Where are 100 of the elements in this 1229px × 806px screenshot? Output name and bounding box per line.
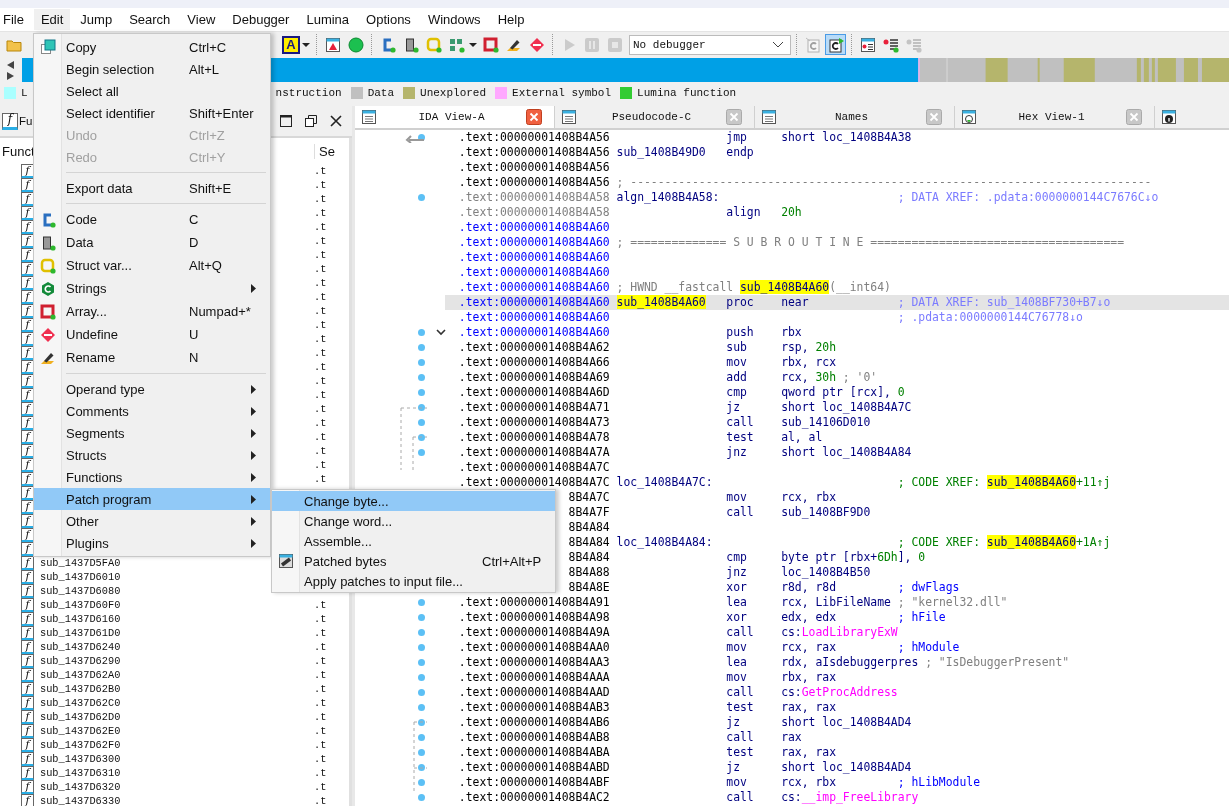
function-name[interactable]: sub_1437D6320 (40, 781, 121, 793)
menu-item[interactable]: Segments (34, 422, 270, 444)
function-name[interactable]: sub_1437D62A0 (40, 669, 121, 681)
column-header[interactable]: Se (314, 143, 349, 159)
function-name[interactable]: sub_1437D6160 (40, 613, 121, 625)
operand-text: cs:GetProcAddress (781, 685, 898, 699)
address-text: 8B4A88 (568, 565, 610, 579)
menu-bar-item[interactable]: Options (359, 9, 418, 30)
menu-item[interactable]: Assemble... (272, 531, 555, 551)
segment-cell-text: .t (314, 333, 328, 345)
menu-item[interactable]: Change byte... (272, 491, 555, 511)
address-text: .text:00000001408B4AB3 (458, 700, 610, 714)
function-name[interactable]: sub_1437D6310 (40, 767, 121, 779)
address-text: .text:00000001408B4A60 (458, 235, 610, 249)
function-name[interactable]: sub_1437D62C0 (40, 697, 121, 709)
function-name[interactable]: sub_1437D5FA0 (40, 557, 121, 569)
function-name[interactable]: sub_1437D6080 (40, 585, 121, 597)
column-header[interactable]: Funct (2, 143, 35, 159)
address-text: .text:00000001408B4A56 (458, 160, 610, 174)
operand-text: rdx, aIsdebuggerpres ; "IsDebuggerPresent" (781, 655, 1070, 669)
menu-item[interactable]: Apply patches to input file... (272, 571, 555, 591)
menu-bar-item[interactable]: View (180, 9, 223, 30)
address-text: .text:00000001408B4A60 (458, 250, 610, 264)
menu-item[interactable]: Patch program (34, 488, 270, 510)
mnemonic-text: mov (726, 490, 747, 504)
segment-cell-text: .t (314, 403, 328, 415)
function-name[interactable]: sub_1437D6240 (40, 641, 121, 653)
menu-item[interactable]: Other (34, 510, 270, 532)
function-icon[interactable]: f (2, 112, 18, 130)
label-text[interactable]: algn_1408B4A58: (616, 190, 720, 204)
address-text: .text:00000001408B4AAD (458, 685, 610, 699)
panel-tab[interactable]: Fu (19, 115, 33, 127)
menu-item[interactable]: Operand type (34, 378, 270, 400)
mnemonic-text: sub (726, 340, 747, 354)
menu-item[interactable]: Struct var... Alt+Q (34, 254, 270, 277)
mnemonic-text: lea (726, 595, 747, 609)
menu-item[interactable]: Change word... (272, 511, 555, 531)
shortcut-text: Alt+L (189, 61, 219, 77)
menu-bar-item[interactable]: Windows (420, 9, 488, 30)
segment-cell-text: .t (314, 683, 328, 695)
menu-item[interactable]: Code C (34, 208, 270, 231)
function-name[interactable]: sub_1437D6010 (40, 571, 121, 583)
comment-text: ; hFile (897, 610, 946, 625)
operand-text: r8d, r8d (781, 580, 836, 594)
function-name[interactable]: sub_1437D62F0 (40, 739, 121, 751)
menu-bar-item[interactable]: Search (122, 9, 178, 30)
shortcut-text: C (189, 212, 199, 227)
operand-text: short loc_1408B4AD4 (781, 760, 912, 774)
menu-item[interactable]: Export data Shift+E (34, 177, 270, 199)
view-tab[interactable]: IDA View-A (355, 106, 555, 128)
function-name[interactable]: sub_1437D61D0 (40, 627, 121, 639)
menu-bar-item[interactable]: Help (490, 9, 532, 30)
menu-item[interactable]: Copy Ctrl+C (34, 36, 270, 58)
menu-item[interactable]: Patched bytes Ctrl+Alt+P (272, 551, 555, 571)
menu-item[interactable]: Structs (34, 444, 270, 466)
legend-label: nstruction (275, 86, 342, 99)
segment-cell-text: .t (314, 347, 328, 359)
function-name[interactable]: sub_1437D6330 (40, 795, 121, 806)
menu-item[interactable]: Array... Numpad+* (34, 300, 270, 323)
function-name[interactable]: sub_1437D62D0 (40, 711, 121, 723)
mnemonic-text: jmp (726, 130, 747, 144)
menu-item[interactable]: Rename N (34, 346, 270, 369)
letter-button[interactable]: A (282, 35, 300, 54)
menu-item[interactable]: Functions (34, 466, 270, 488)
function-name[interactable]: sub_1437D62B0 (40, 683, 121, 695)
address-text: .text:00000001408B4A60 (458, 280, 610, 294)
mnemonic-text: jz (726, 760, 740, 774)
menu-item[interactable]: Undefine U (34, 323, 270, 346)
menu-bar-item[interactable]: Debugger (225, 9, 297, 30)
menu-item[interactable]: Comments (34, 400, 270, 422)
menu-item[interactable]: Select all (34, 80, 270, 102)
segment-cell-text: .t (314, 375, 328, 387)
mnemonic-text: mov (726, 670, 747, 684)
label-text[interactable]: loc_1408B4A7C: (616, 475, 713, 489)
label-text[interactable]: sub_1408B49D0 (616, 145, 706, 159)
menu-item[interactable]: Select identifier Shift+Enter (34, 102, 270, 124)
mnemonic-text: call (726, 415, 754, 429)
address-text: .text:00000001408B4A60 (458, 295, 610, 309)
mnemonic-text: cmp (726, 550, 747, 564)
function-name[interactable]: sub_1437D6300 (40, 753, 121, 765)
menu-item[interactable]: Plugins (34, 532, 270, 554)
shortcut-text: U (189, 327, 199, 342)
view-tab[interactable]: Pseudocode-C (555, 106, 755, 128)
function-name[interactable]: sub_1437D6290 (40, 655, 121, 667)
function-name[interactable]: sub_1437D62E0 (40, 725, 121, 737)
label-text[interactable]: sub_1408B4A60 (616, 295, 706, 309)
view-tab[interactable]: Names (755, 106, 955, 128)
menu-bar-item[interactable]: Edit (33, 9, 71, 30)
menu-item[interactable]: Data D (34, 231, 270, 254)
view-tab[interactable]: Hex View-1 (955, 106, 1155, 128)
debugger-select[interactable]: No debugger (629, 34, 791, 55)
operand-text: al, al (781, 430, 823, 444)
label-text[interactable]: loc_1408B4A84: (616, 535, 713, 549)
menu-bar-item[interactable]: File (0, 9, 31, 30)
menu-bar-item[interactable]: Jump (73, 9, 120, 30)
function-name[interactable]: sub_1437D60F0 (40, 599, 121, 611)
shortcut-text: Shift+Enter (189, 105, 254, 121)
menu-item[interactable]: Strings (34, 277, 270, 300)
address-text: .text:00000001408B4A60 (458, 310, 610, 324)
menu-bar-item[interactable]: Lumina (299, 9, 357, 30)
